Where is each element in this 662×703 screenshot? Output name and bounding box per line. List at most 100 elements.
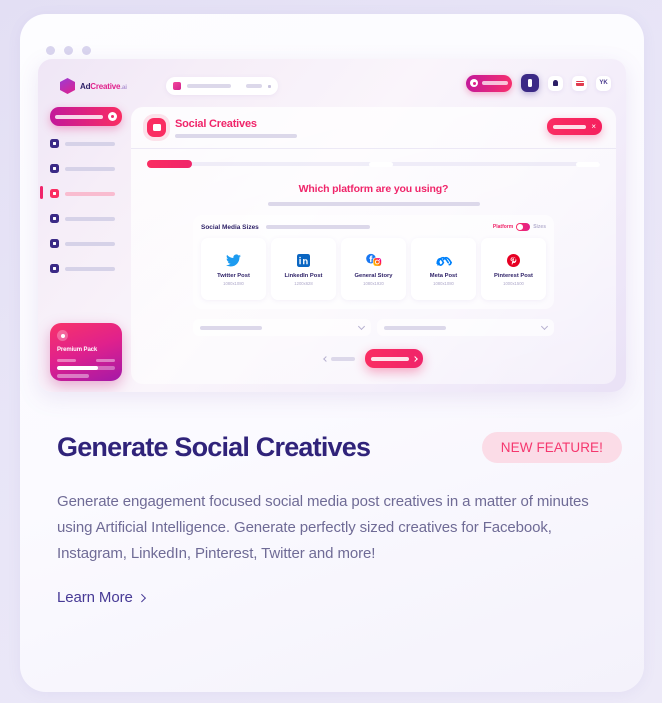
placeholder-bar <box>482 81 508 85</box>
app-logo: AdCreative.ai <box>60 78 127 94</box>
chevron-left-icon <box>323 355 329 362</box>
flag-icon <box>575 80 584 86</box>
twitter-icon <box>226 252 241 269</box>
learn-more-link[interactable]: Learn More <box>57 589 146 606</box>
credits-pill[interactable] <box>466 74 512 92</box>
placeholder-bar <box>65 241 115 246</box>
platform-card-pinterest[interactable]: Pinterest Post 1000x1500 <box>481 238 546 300</box>
next-button[interactable] <box>365 349 423 368</box>
placeholder-bar <box>331 356 355 361</box>
platform-sizes-toggle[interactable]: Platform Sizes <box>493 223 546 231</box>
placeholder-bar <box>65 216 115 221</box>
chevron-down-icon <box>540 322 549 330</box>
placeholder-bar <box>267 202 480 206</box>
star-icon <box>57 330 68 341</box>
bell-icon <box>553 80 558 86</box>
platform-card-meta[interactable]: Meta Post 1080x1080 <box>411 238 476 300</box>
premium-progress-bar <box>57 366 115 370</box>
step-node <box>576 161 600 167</box>
learn-more-label: Learn More <box>57 589 133 606</box>
notifications-button[interactable] <box>548 75 563 91</box>
headline-row: Generate Social Creatives NEW FEATURE! <box>57 432 622 463</box>
meta-icon <box>435 252 453 269</box>
sidebar-item-settings[interactable] <box>50 262 122 275</box>
close-x-icon: × <box>591 121 596 131</box>
settings-icon <box>50 264 59 273</box>
feature-text-block: Generate Social Creatives NEW FEATURE! G… <box>57 432 622 607</box>
placeholder-bar <box>65 141 115 146</box>
platform-card-twitter[interactable]: Twitter Post 1080x1080 <box>201 238 266 300</box>
language-button[interactable] <box>572 75 587 91</box>
chevron-down-icon <box>357 322 365 330</box>
social-media-sizes-panel: Social Media Sizes Platform Sizes Twitte… <box>193 215 554 309</box>
premium-pack-card[interactable]: Premium Pack <box>50 323 122 381</box>
facebook-instagram-icon <box>365 252 383 269</box>
placeholder-bar <box>246 84 262 88</box>
sidebar: Premium Pack <box>40 107 122 384</box>
sidebar-item-brands[interactable] <box>50 212 122 225</box>
toggle-label-platform: Platform <box>492 224 514 230</box>
sizes-label: Social Media Sizes <box>201 223 259 231</box>
sidebar-item-analytics[interactable] <box>50 237 122 250</box>
panel-header: Social Creatives × <box>131 107 616 149</box>
progress-stepper <box>147 160 600 168</box>
window-dot <box>64 46 73 55</box>
placeholder-bar <box>57 359 76 362</box>
sidebar-nav <box>40 137 122 275</box>
brand-avatar-icon <box>173 82 181 90</box>
placeholder-bar <box>65 191 115 196</box>
crown-icon <box>528 79 532 87</box>
close-button[interactable]: × <box>547 118 602 135</box>
plus-circle-icon <box>108 112 117 121</box>
dashboard-icon <box>50 139 59 148</box>
app-logo-text: AdCreative.ai <box>80 81 127 91</box>
placeholder-bar <box>175 134 297 138</box>
pinterest-icon <box>507 252 520 269</box>
sidebar-item-social-creatives[interactable] <box>40 186 122 200</box>
placeholder-bar <box>96 359 115 362</box>
placeholder-bar <box>553 124 586 129</box>
placeholder-bar <box>383 325 446 330</box>
placeholder-bar <box>57 374 89 378</box>
step-node <box>368 161 393 167</box>
main-panel: Social Creatives × Which platform are yo… <box>131 107 616 384</box>
toggle-switch[interactable] <box>516 223 531 231</box>
projects-icon <box>50 164 59 173</box>
step-active <box>147 160 192 168</box>
placeholder-bar <box>65 166 115 171</box>
dropdown-right[interactable] <box>376 319 554 336</box>
social-creatives-icon <box>50 189 59 198</box>
create-new-button[interactable] <box>50 107 122 126</box>
placeholder-bar <box>200 325 262 330</box>
product-screenshot-mockup: AdCreative.ai YK Premium Pack Social Cre… <box>38 59 626 392</box>
platform-card-linkedin[interactable]: LinkedIn Post 1200x628 <box>271 238 336 300</box>
user-badge-button[interactable] <box>521 74 539 92</box>
feature-card: AdCreative.ai YK Premium Pack Social Cre… <box>20 14 644 692</box>
chevron-right-icon <box>137 593 146 602</box>
sidebar-item-dashboard[interactable] <box>50 137 122 150</box>
brand-selector-bar[interactable] <box>166 77 278 95</box>
coin-icon <box>470 79 478 87</box>
feature-description: Generate engagement focused social media… <box>57 493 589 562</box>
dropdown-row <box>193 319 554 336</box>
analytics-icon <box>50 239 59 248</box>
linkedin-icon <box>297 252 310 269</box>
topbar-actions: YK <box>466 74 611 92</box>
back-button[interactable] <box>323 355 355 362</box>
toggle-label-sizes: Sizes <box>533 224 546 230</box>
page-title: Generate Social Creatives <box>57 431 371 462</box>
window-dot <box>82 46 91 55</box>
platform-card-list: Twitter Post 1080x1080 LinkedIn Post 120… <box>201 238 546 300</box>
dropdown-left[interactable] <box>193 319 371 336</box>
platform-card-general-story[interactable]: General Story 1080x1920 <box>341 238 406 300</box>
hexagon-cube-icon <box>60 78 75 94</box>
placeholder-bar <box>65 266 115 271</box>
window-dots <box>46 46 91 55</box>
placeholder-bar <box>265 225 370 229</box>
panel-question: Which platform are you using? <box>298 183 449 195</box>
premium-meta <box>57 359 115 362</box>
placeholder-bar <box>55 114 103 119</box>
avatar[interactable]: YK <box>596 75 611 91</box>
placeholder-bar <box>187 84 231 88</box>
sidebar-item-projects[interactable] <box>50 162 122 175</box>
